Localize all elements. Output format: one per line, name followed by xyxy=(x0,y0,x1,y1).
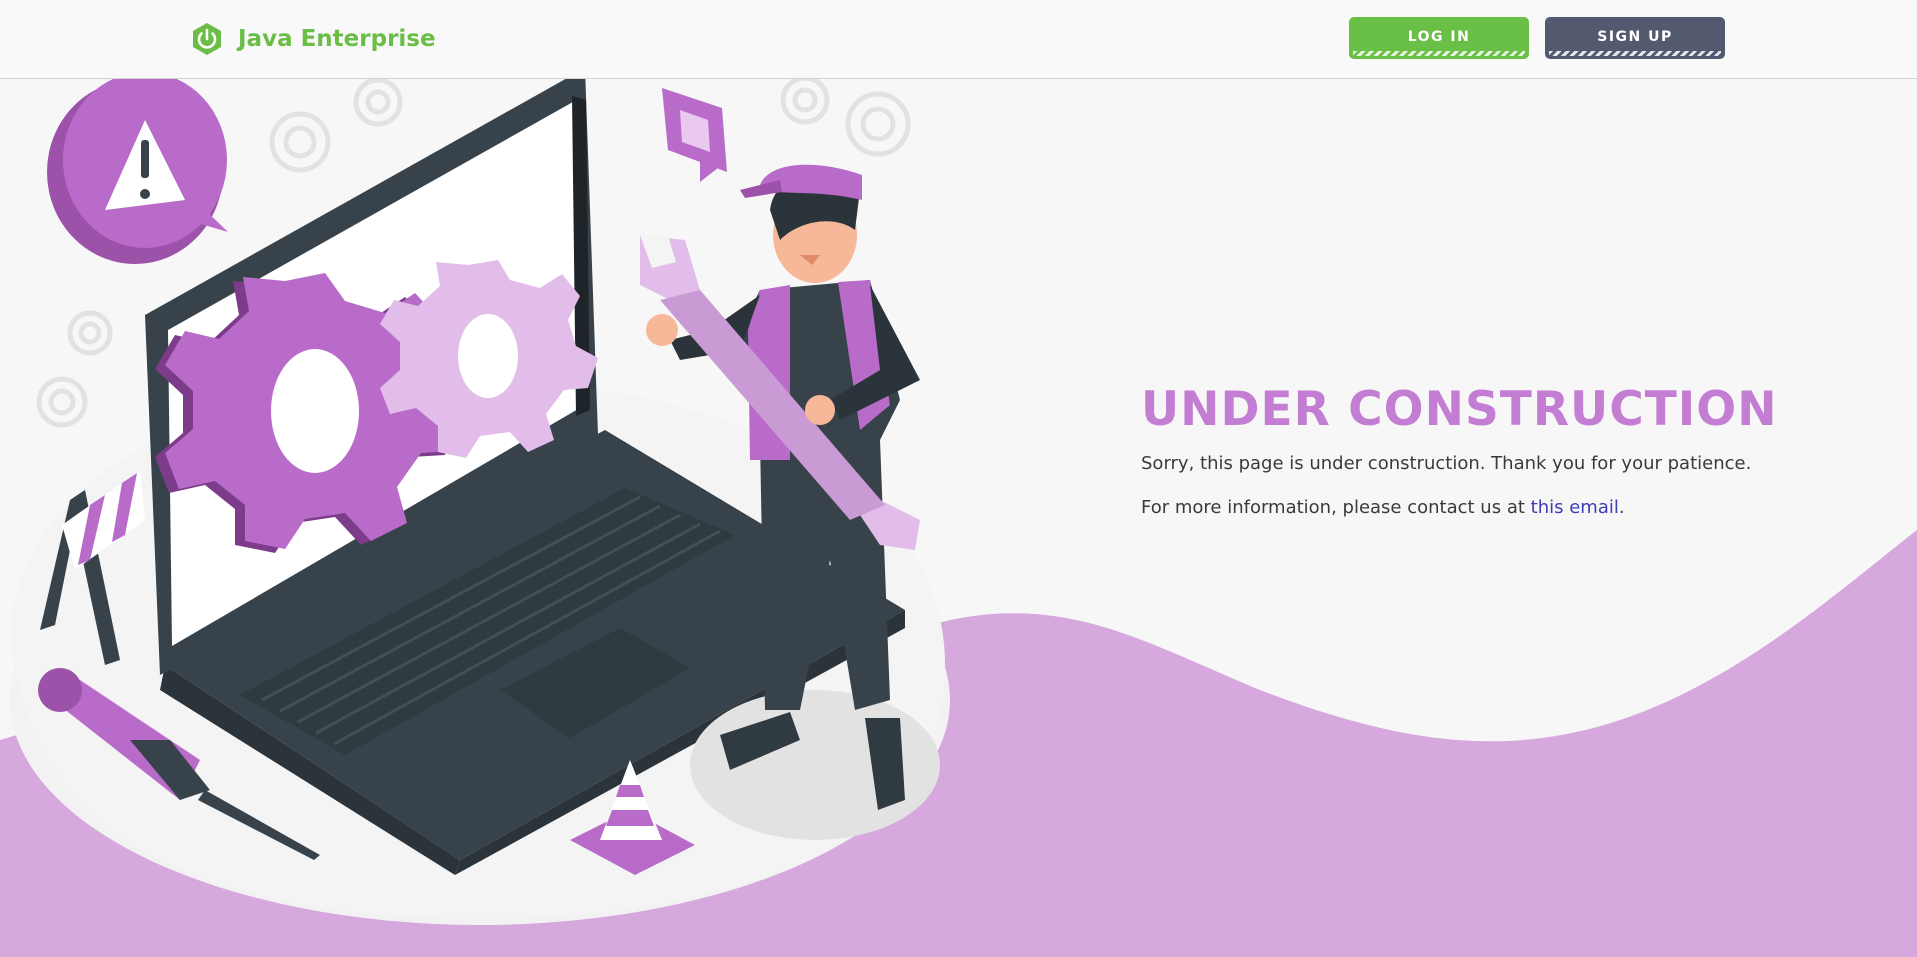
construction-message: UNDER CONSTRUCTION Sorry, this page is u… xyxy=(1141,380,1841,520)
login-button[interactable]: LOG IN xyxy=(1349,17,1529,59)
top-navbar: Java Enterprise LOG IN SIGN UP xyxy=(0,0,1917,79)
login-button-label: LOG IN xyxy=(1407,29,1471,45)
login-button-stripe xyxy=(1353,51,1525,56)
signup-button-label: SIGN UP xyxy=(1597,29,1673,45)
contact-text-suffix: . xyxy=(1618,497,1625,518)
brand-name: Java Enterprise xyxy=(238,26,436,52)
power-icon xyxy=(193,23,221,55)
contact-text: For more information, please contact us … xyxy=(1141,496,1841,520)
signup-button[interactable]: SIGN UP xyxy=(1545,17,1725,59)
contact-text-prefix: For more information, please contact us … xyxy=(1141,497,1531,518)
email-link[interactable]: this email xyxy=(1531,497,1619,518)
apology-text: Sorry, this page is under construction. … xyxy=(1141,453,1752,474)
page-title: UNDER CONSTRUCTION xyxy=(1141,382,1778,437)
signup-button-stripe xyxy=(1549,51,1721,56)
brand-link[interactable]: Java Enterprise xyxy=(190,22,436,56)
